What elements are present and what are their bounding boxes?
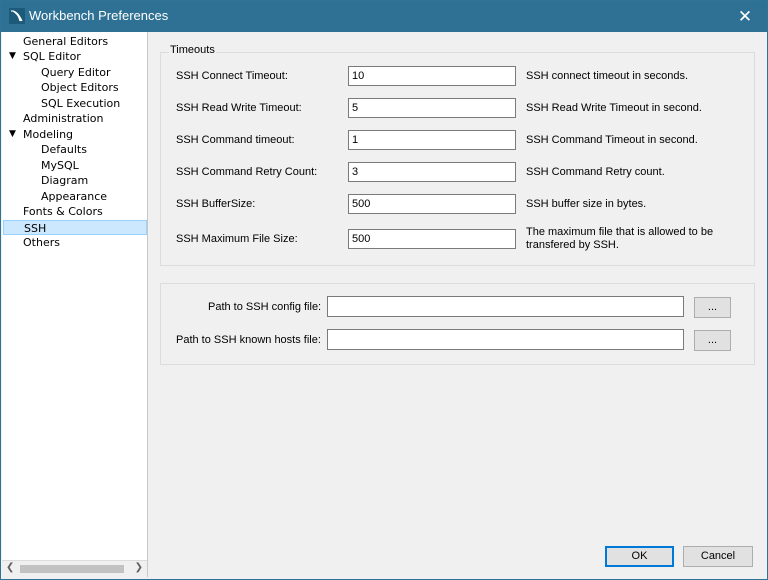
tree-item-label: Diagram: [41, 174, 89, 187]
tree-item-appearance[interactable]: Appearance: [41, 189, 107, 204]
expand-arrow-icon[interactable]: ▼: [9, 49, 16, 64]
scroll-right-icon[interactable]: ❯: [135, 562, 143, 573]
ssh-command-timeout-label: SSH Command timeout:: [176, 134, 295, 146]
timeouts-group: Timeouts SSH Connect Timeout: SSH connec…: [160, 44, 755, 266]
ssh-command-retry-count-description: SSH Command Retry count.: [526, 166, 665, 178]
tree-item-general-editors[interactable]: General Editors: [23, 34, 108, 49]
tree-item-label: General Editors: [23, 35, 109, 48]
ssh-read-write-timeout-description: SSH Read Write Timeout in second.: [526, 102, 702, 114]
window-title: Workbench Preferences: [29, 8, 169, 23]
tree-item-diagram[interactable]: Diagram: [41, 173, 88, 188]
ssh-connect-timeout-input[interactable]: [348, 66, 516, 86]
browse-ssh-config-button[interactable]: ...: [694, 297, 731, 318]
ssh-buffer-size-input[interactable]: [348, 194, 516, 214]
tree-item-sql-execution[interactable]: SQL Execution: [41, 96, 120, 111]
tree-item-label: MySQL: [41, 159, 79, 172]
ssh-config-path-input[interactable]: [327, 296, 684, 317]
ssh-read-write-timeout-label: SSH Read Write Timeout:: [176, 102, 302, 114]
tree-item-label: Modeling: [23, 128, 74, 141]
ssh-buffer-size-description: SSH buffer size in bytes.: [526, 198, 647, 210]
tree-item-label: Query Editor: [41, 66, 111, 79]
tree-item-sql-editor[interactable]: ▼ SQL Editor: [9, 49, 81, 64]
tree-item-administration[interactable]: Administration: [23, 111, 104, 126]
scrollbar-thumb[interactable]: [20, 565, 124, 573]
title-bar[interactable]: Workbench Preferences ✕: [1, 1, 767, 32]
tree-item-label: Defaults: [41, 143, 87, 156]
ssh-command-timeout-description: SSH Command Timeout in second.: [526, 134, 698, 146]
tree-item-ssh[interactable]: SSH: [3, 220, 147, 235]
timeouts-group-title: Timeouts: [169, 44, 216, 56]
tree-item-label: SQL Execution: [41, 97, 121, 110]
paths-group: Path to SSH config file: ... Path to SSH…: [160, 283, 755, 365]
close-icon: ✕: [737, 7, 753, 26]
tree-item-mysql[interactable]: MySQL: [41, 158, 79, 173]
tree-item-label: Fonts & Colors: [23, 205, 103, 218]
tree-item-label: Object Editors: [41, 81, 119, 94]
ssh-connect-timeout-description: SSH connect timeout in seconds.: [526, 70, 689, 82]
scroll-left-icon[interactable]: ❮: [6, 562, 14, 573]
horizontal-scrollbar[interactable]: ❮ ❯: [2, 560, 147, 577]
expand-arrow-icon[interactable]: ▼: [9, 127, 16, 142]
ssh-connect-timeout-label: SSH Connect Timeout:: [176, 70, 288, 82]
tree-item-query-editor[interactable]: Query Editor: [41, 65, 110, 80]
ssh-maximum-file-size-description-line2: transfered by SSH.: [526, 239, 619, 251]
tree-item-modeling[interactable]: ▼ Modeling: [9, 127, 74, 142]
ssh-maximum-file-size-label: SSH Maximum File Size:: [176, 233, 298, 245]
ssh-config-path-label: Path to SSH config file:: [208, 301, 322, 313]
tree-item-defaults[interactable]: Defaults: [41, 142, 87, 157]
ssh-read-write-timeout-input[interactable]: [348, 98, 516, 118]
cancel-button[interactable]: Cancel: [683, 546, 753, 567]
close-button[interactable]: ✕: [723, 1, 767, 32]
tree-item-object-editors[interactable]: Object Editors: [41, 80, 119, 95]
ssh-command-timeout-input[interactable]: [348, 130, 516, 150]
preferences-window: Workbench Preferences ✕ General Editors …: [0, 0, 768, 580]
tree-item-label: Appearance: [41, 190, 108, 203]
ssh-command-retry-count-input[interactable]: [348, 162, 516, 182]
tree-item-others[interactable]: Others: [23, 235, 60, 250]
tree-item-label: SQL Editor: [23, 50, 81, 63]
tree-item-label: Others: [23, 236, 60, 249]
ssh-known-hosts-path-label: Path to SSH known hosts file:: [176, 334, 321, 346]
ssh-buffer-size-label: SSH BufferSize:: [176, 198, 256, 210]
tree-item-fonts-colors[interactable]: Fonts & Colors: [23, 204, 103, 219]
ok-button[interactable]: OK: [605, 546, 674, 567]
ssh-maximum-file-size-description-line1: The maximum file that is allowed to be: [526, 226, 714, 238]
ssh-maximum-file-size-input[interactable]: [348, 229, 516, 249]
preferences-tree[interactable]: General Editors ▼ SQL Editor Query Editor…: [2, 32, 148, 577]
tree-item-label: SSH: [24, 222, 47, 235]
tree-item-label: Administration: [23, 112, 104, 125]
ssh-known-hosts-path-input[interactable]: [327, 329, 684, 350]
workbench-logo-icon: [9, 8, 25, 24]
browse-ssh-known-hosts-button[interactable]: ...: [694, 330, 731, 351]
ssh-command-retry-count-label: SSH Command Retry Count:: [176, 166, 318, 178]
